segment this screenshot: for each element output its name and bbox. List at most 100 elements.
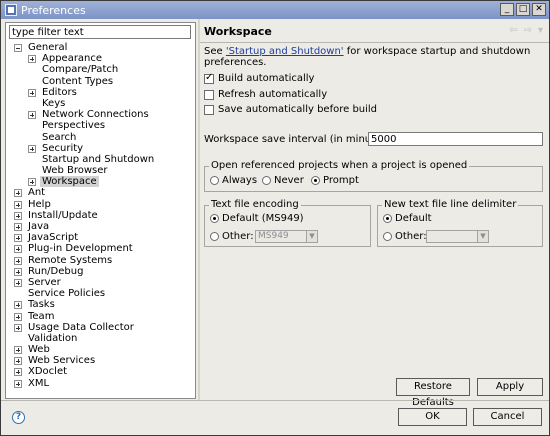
expand-icon[interactable] xyxy=(14,245,22,254)
expand-icon[interactable] xyxy=(14,312,22,321)
tree-item[interactable]: Team xyxy=(8,311,194,322)
expand-icon[interactable] xyxy=(14,189,22,198)
tree-item[interactable]: Server xyxy=(8,277,194,288)
ok-button[interactable]: OK xyxy=(398,408,467,426)
cancel-button[interactable]: Cancel xyxy=(473,408,542,426)
tree-item[interactable]: XML xyxy=(8,378,194,389)
prompt-radio[interactable] xyxy=(311,176,320,185)
expand-icon[interactable] xyxy=(28,111,36,120)
expand-icon[interactable] xyxy=(14,278,22,287)
tree-item[interactable]: Web Services xyxy=(8,355,194,366)
expand-icon[interactable] xyxy=(14,323,22,332)
expand-icon[interactable] xyxy=(28,88,36,97)
tree-item[interactable]: Security xyxy=(8,143,194,154)
never-option[interactable]: Never xyxy=(262,175,304,186)
restore-defaults-button[interactable]: Restore Defaults xyxy=(396,378,470,408)
tree-item-label: Help xyxy=(28,198,51,210)
tree-item[interactable]: JavaScript xyxy=(8,232,194,243)
expand-icon[interactable] xyxy=(14,379,22,388)
expand-icon[interactable] xyxy=(14,346,22,355)
view-menu-icon[interactable]: ▾ xyxy=(538,25,543,36)
help-icon[interactable]: ? xyxy=(12,411,25,424)
page-title: Workspace xyxy=(204,25,272,38)
expand-icon[interactable] xyxy=(14,200,22,209)
tree-item[interactable]: Run/Debug xyxy=(8,266,194,277)
tree-item[interactable]: Java xyxy=(8,221,194,232)
tree-item[interactable]: Content Types xyxy=(8,76,194,87)
tree-item-label: Server xyxy=(28,276,61,288)
tree-item[interactable]: Plug-in Development xyxy=(8,243,194,254)
expand-icon[interactable] xyxy=(14,234,22,243)
expand-icon[interactable] xyxy=(14,211,22,220)
tree-item[interactable]: Search xyxy=(8,132,194,143)
delimiter-combo[interactable]: ▼ xyxy=(426,230,489,243)
prompt-option[interactable]: Prompt xyxy=(311,175,359,186)
tree-item[interactable]: Compare/Patch xyxy=(8,64,194,75)
save-interval-input[interactable] xyxy=(368,132,543,146)
default-delimiter-radio[interactable] xyxy=(383,214,392,223)
encoding-combo[interactable]: MS949 ▼ xyxy=(255,230,318,243)
expand-icon[interactable] xyxy=(14,368,22,377)
default-encoding-radio[interactable] xyxy=(210,214,219,223)
tree-item[interactable]: Editors xyxy=(8,87,194,98)
expand-icon[interactable] xyxy=(14,267,22,276)
other-encoding-radio[interactable] xyxy=(210,232,219,241)
always-option[interactable]: Always xyxy=(210,175,257,186)
preferences-window: Preferences _ □ ✕ GeneralAppearanceCompa… xyxy=(0,0,550,436)
tree-item[interactable]: Web Browser xyxy=(8,165,194,176)
back-arrow-icon[interactable]: ⇦ xyxy=(509,25,517,36)
title-bar[interactable]: Preferences _ □ ✕ xyxy=(1,1,549,19)
tree-item-label: Web xyxy=(28,344,50,356)
tree-item[interactable]: General xyxy=(8,42,194,53)
tree-item[interactable]: Remote Systems xyxy=(8,255,194,266)
tree-item-label: General xyxy=(28,42,68,53)
tree-item[interactable]: Tasks xyxy=(8,299,194,310)
tree-item[interactable]: Validation xyxy=(8,333,194,344)
maximize-button[interactable]: □ xyxy=(516,3,530,16)
collapse-icon[interactable] xyxy=(14,44,22,52)
tree-item[interactable]: Startup and Shutdown xyxy=(8,154,194,165)
tree-item[interactable]: Usage Data Collector xyxy=(8,322,194,333)
tree-item[interactable]: Appearance xyxy=(8,53,194,64)
build-automatically-option[interactable]: Build automatically xyxy=(204,72,314,85)
minimize-button[interactable]: _ xyxy=(500,3,514,16)
tree-item[interactable]: Perspectives xyxy=(8,120,194,131)
workspace-page: Workspace ⇦ ⇨ ▾ See 'Startup and Shutdow… xyxy=(200,20,549,408)
never-radio[interactable] xyxy=(262,176,271,185)
tree-item[interactable]: Keys xyxy=(8,98,194,109)
tree-item[interactable]: Workspace xyxy=(8,176,194,188)
tree-item-label: Usage Data Collector xyxy=(28,321,134,333)
tree-item[interactable]: XDoclet xyxy=(8,366,194,377)
tree-item[interactable]: Ant xyxy=(8,187,194,198)
expand-icon[interactable] xyxy=(28,178,36,187)
close-button[interactable]: ✕ xyxy=(532,3,546,16)
expand-icon[interactable] xyxy=(14,223,22,231)
preference-tree: General Appearance Compare/Patch Content Ty… xyxy=(8,42,194,389)
tree-item[interactable]: Help xyxy=(8,199,194,210)
startup-shutdown-link[interactable]: 'Startup and Shutdown' xyxy=(226,46,344,57)
refresh-automatically-checkbox[interactable] xyxy=(204,89,214,100)
expand-icon[interactable] xyxy=(28,55,36,64)
save-before-build-checkbox[interactable] xyxy=(204,104,214,115)
other-encoding-option[interactable]: Other: xyxy=(210,231,254,242)
tree-item[interactable]: Network Connections xyxy=(8,109,194,120)
default-delimiter-option[interactable]: Default xyxy=(383,213,432,224)
expand-icon[interactable] xyxy=(14,256,22,265)
tree-item[interactable]: Install/Update xyxy=(8,210,194,221)
default-encoding-option[interactable]: Default (MS949) xyxy=(210,213,304,224)
build-automatically-checkbox[interactable] xyxy=(204,72,214,84)
apply-button[interactable]: Apply xyxy=(477,378,543,396)
other-delimiter-radio[interactable] xyxy=(383,232,392,241)
tree-item[interactable]: Service Policies xyxy=(8,288,194,299)
filter-input[interactable] xyxy=(9,25,191,39)
tree-item-label: Keys xyxy=(42,97,66,109)
other-delimiter-option[interactable]: Other: xyxy=(383,231,427,242)
tree-item[interactable]: Web xyxy=(8,344,194,355)
always-radio[interactable] xyxy=(210,176,219,185)
forward-arrow-icon[interactable]: ⇨ xyxy=(524,25,532,36)
expand-icon[interactable] xyxy=(14,301,22,310)
expand-icon[interactable] xyxy=(14,357,22,366)
refresh-automatically-option[interactable]: Refresh automatically xyxy=(204,88,327,101)
expand-icon[interactable] xyxy=(28,144,36,153)
save-before-build-option[interactable]: Save automatically before build xyxy=(204,103,377,116)
